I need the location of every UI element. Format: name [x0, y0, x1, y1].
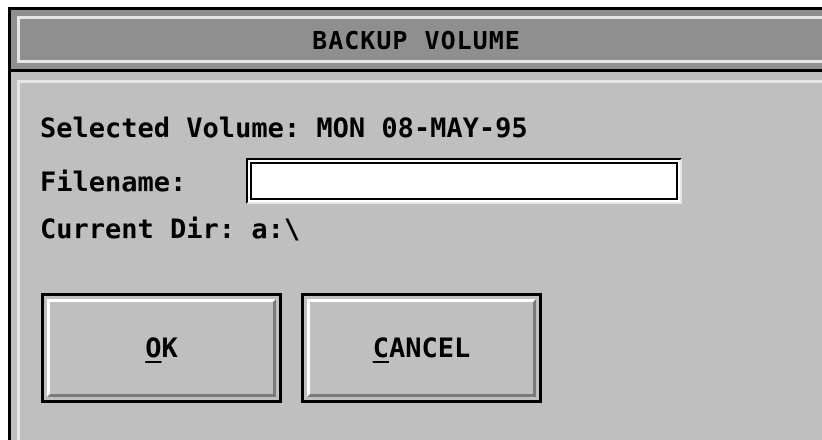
cancel-mnemonic: C: [372, 332, 389, 364]
current-dir-label: Current Dir:: [40, 214, 236, 245]
ok-label-rest: K: [161, 332, 178, 364]
cancel-label-rest: ANCEL: [388, 332, 471, 364]
filename-label: Filename:: [40, 167, 187, 198]
cancel-button-label: CANCEL: [373, 333, 471, 364]
filename-input[interactable]: [246, 158, 682, 204]
selected-volume-label: Selected Volume:: [40, 113, 301, 144]
selected-volume-value: MON 08-MAY-95: [316, 113, 528, 144]
dialog-title-bar[interactable]: BACKUP VOLUME: [11, 10, 822, 72]
ok-mnemonic: O: [145, 332, 162, 364]
current-dir-value: a:\: [251, 214, 301, 245]
ok-button-label: OK: [145, 333, 178, 364]
ok-button[interactable]: OK: [41, 293, 282, 403]
current-dir-row: Current Dir: a:\: [40, 213, 300, 247]
dialog-title: BACKUP VOLUME: [312, 26, 521, 55]
selected-volume-row: Selected Volume: MON 08-MAY-95: [40, 112, 528, 146]
cancel-button[interactable]: CANCEL: [301, 293, 542, 403]
